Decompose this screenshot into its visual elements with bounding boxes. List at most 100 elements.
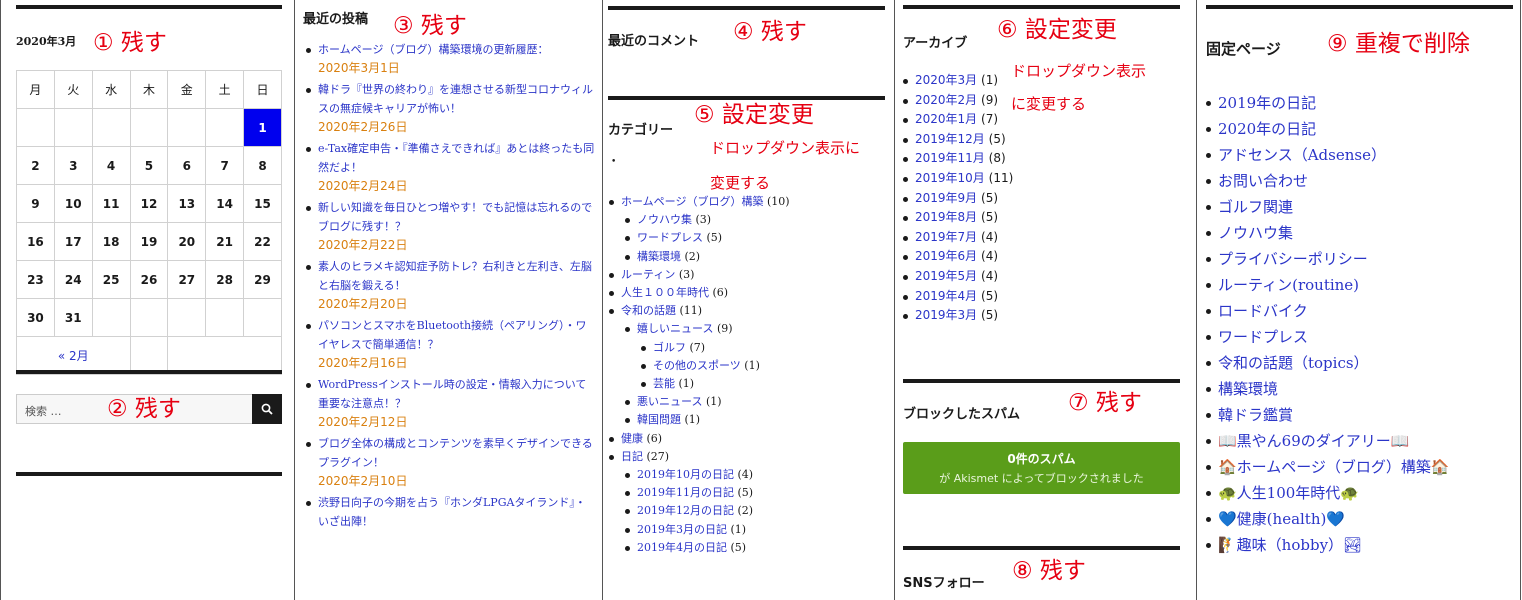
calendar-day — [53, 108, 93, 147]
archive-link[interactable]: 2019年8月 — [915, 210, 977, 224]
calendar-next-empty — [167, 336, 282, 375]
page-link[interactable]: ワードプレス — [1218, 328, 1308, 346]
annotation-9: ⑨ 重複で削除 — [1327, 31, 1470, 57]
calendar-day: 24 — [53, 260, 93, 299]
calendar-day: 22 — [243, 222, 282, 261]
page-link[interactable]: ゴルフ関連 — [1218, 198, 1293, 216]
category-link[interactable]: 構築環境 — [637, 250, 681, 263]
calendar-day — [205, 298, 245, 337]
calendar-day: 21 — [205, 222, 245, 261]
category-link[interactable]: ゴルフ — [653, 341, 686, 354]
category-link[interactable]: ホームページ（ブログ）構築 — [621, 195, 763, 208]
recent-posts-title: 最近の投稿 — [303, 12, 369, 27]
calendar-day: 6 — [167, 146, 207, 185]
recent-post-link[interactable]: WordPressインストール時の設定・情報入力について重要な注意点！？ — [318, 378, 586, 410]
archive-link[interactable]: 2019年7月 — [915, 230, 977, 244]
category-link[interactable]: 芸能 — [653, 377, 675, 390]
recent-post-link[interactable]: 素人のヒラメキ認知症予防トレ？右利きと左利き、左脳と右脳を鍛える！ — [318, 260, 592, 292]
calendar-day — [167, 108, 207, 147]
category-link[interactable]: 日記 — [621, 450, 643, 463]
annotation-3: ③ 残す — [393, 13, 467, 39]
page-link[interactable]: 2019年の日記 — [1218, 94, 1316, 112]
archive-link[interactable]: 2019年3月 — [915, 308, 977, 322]
archive-link[interactable]: 2020年2月 — [915, 93, 977, 107]
archive-link[interactable]: 2020年1月 — [915, 112, 977, 126]
page-link[interactable]: 構築環境 — [1218, 380, 1278, 398]
recent-post-link[interactable]: ホームページ（ブログ）構築環境の更新履歴： — [318, 43, 548, 56]
recent-post-link[interactable]: 韓ドラ『世界の終わり』を連想させる新型コロナウィルスの無症候キャリアが怖い！ — [318, 83, 593, 115]
page-item: 📖黒やん69のダイアリー📖 — [1204, 428, 1450, 454]
archive-link[interactable]: 2019年6月 — [915, 249, 977, 263]
archive-link[interactable]: 2019年4月 — [915, 289, 977, 303]
archives-list: 2020年3月 (1) 2020年2月 (9) 2020年1月 (7) 2019年12… — [901, 71, 1013, 326]
category-link[interactable]: 2019年12月の日記 — [637, 504, 734, 517]
recent-post-link[interactable]: 新しい知識を毎日ひとつ増やす！でも記憶は忘れるのでブログに残す！？ — [318, 201, 592, 233]
recent-post-item: 新しい知識を毎日ひとつ増やす！でも記憶は忘れるのでブログに残す！？ 2020年2月… — [304, 198, 596, 255]
page-link[interactable]: アドセンス（Adsense） — [1218, 146, 1386, 164]
calendar-prev-link[interactable]: « 2月 — [16, 336, 131, 375]
page-item: 🧗趣味（hobby）🏞 — [1204, 532, 1450, 558]
recent-post-link[interactable]: e-Tax確定申告・『準備さえできれば』あとは終ったも同然だよ！ — [318, 142, 594, 174]
search-button[interactable] — [252, 394, 282, 424]
category-link[interactable]: 嬉しいニュース — [637, 322, 713, 335]
category-count: (6) — [646, 431, 663, 445]
widget-top-rule — [16, 5, 282, 9]
archive-link[interactable]: 2019年12月 — [915, 132, 985, 146]
page-link[interactable]: 韓ドラ鑑賞 — [1218, 406, 1293, 424]
page-link[interactable]: ノウハウ集 — [1218, 224, 1293, 242]
category-link[interactable]: 2019年11月の日記 — [637, 486, 734, 499]
archive-count: (7) — [981, 112, 999, 127]
page-link[interactable]: ルーティン(routine) — [1218, 276, 1359, 294]
recent-post-link[interactable]: 渋野日向子の今期を占う『ホンダLPGAタイランド』・いざ出陣！ — [318, 496, 586, 528]
spam-subtext: が Akismet によってブロックされました — [939, 472, 1144, 485]
category-count: (10) — [766, 195, 790, 208]
calendar-day: 15 — [243, 184, 282, 223]
category-link[interactable]: 2019年3月の日記 — [637, 523, 727, 536]
category-link[interactable]: 健康 — [621, 432, 643, 445]
page-link[interactable]: お問い合わせ — [1218, 172, 1308, 190]
archive-item: 2019年10月 (11) — [901, 169, 1013, 189]
archive-link[interactable]: 2020年3月 — [915, 73, 977, 87]
recent-post-link[interactable]: ブログ全体の構成とコンテンツを素早くデザインできるプラグイン！ — [318, 437, 593, 469]
archive-link[interactable]: 2019年5月 — [915, 269, 977, 283]
calendar-day: 10 — [53, 184, 93, 223]
page-link[interactable]: 2020年の日記 — [1218, 120, 1316, 138]
page-link[interactable]: 📖黒やん69のダイアリー📖 — [1218, 432, 1409, 450]
recent-post-link[interactable]: パソコンとスマホをBluetooth接続（ペアリング）・ワイヤレスで簡単通信！？ — [318, 319, 587, 351]
page-link[interactable]: 🏠ホームページ（ブログ）構築🏠 — [1218, 458, 1450, 476]
page-link[interactable]: プライバシーポリシー — [1218, 250, 1368, 268]
calendar-day: 31 — [53, 298, 93, 337]
archive-link[interactable]: 2019年10月 — [915, 171, 985, 185]
calendar-day: 14 — [205, 184, 245, 223]
page-link[interactable]: ロードバイク — [1218, 302, 1308, 320]
page-link[interactable]: 🐢人生100年時代🐢 — [1218, 484, 1359, 502]
calendar-weekday: 火 — [53, 70, 93, 109]
archive-link[interactable]: 2019年9月 — [915, 191, 977, 205]
page-link[interactable]: 令和の話題（topics） — [1218, 354, 1369, 372]
category-link[interactable]: 2019年10月の日記 — [637, 468, 734, 481]
widget-rule — [16, 370, 282, 374]
category-count: (1) — [705, 395, 722, 409]
category-link[interactable]: 人生１００年時代 — [621, 286, 709, 299]
category-link[interactable]: ルーティン — [621, 268, 675, 281]
category-link[interactable]: 韓国問題 — [637, 413, 681, 426]
annotation-2: ② 残す — [107, 396, 181, 422]
category-link[interactable]: 令和の話題 — [621, 304, 676, 317]
annotation-4: ④ 残す — [733, 19, 807, 45]
stray-dot: • — [611, 157, 617, 167]
calendar-day: 25 — [91, 260, 131, 299]
category-item: 2019年10月の日記 (4) — [623, 466, 790, 484]
search-icon — [261, 403, 273, 415]
archive-link[interactable]: 2019年11月 — [915, 151, 985, 165]
category-link[interactable]: 悪いニュース — [637, 395, 702, 408]
category-link[interactable]: 2019年4月の日記 — [637, 541, 727, 554]
category-link[interactable]: ノウハウ集 — [637, 213, 692, 226]
calendar-day: 5 — [129, 146, 169, 185]
archive-item: 2020年2月 (9) — [901, 91, 1013, 111]
page-link[interactable]: 🧗趣味（hobby）🏞 — [1218, 536, 1362, 554]
category-count: (1) — [730, 522, 747, 536]
category-link[interactable]: その他のスポーツ — [653, 359, 741, 372]
category-link[interactable]: ワードプレス — [637, 231, 703, 244]
page-link[interactable]: 💙健康(health)💙 — [1218, 510, 1345, 528]
calendar-weekday: 日 — [243, 70, 282, 109]
